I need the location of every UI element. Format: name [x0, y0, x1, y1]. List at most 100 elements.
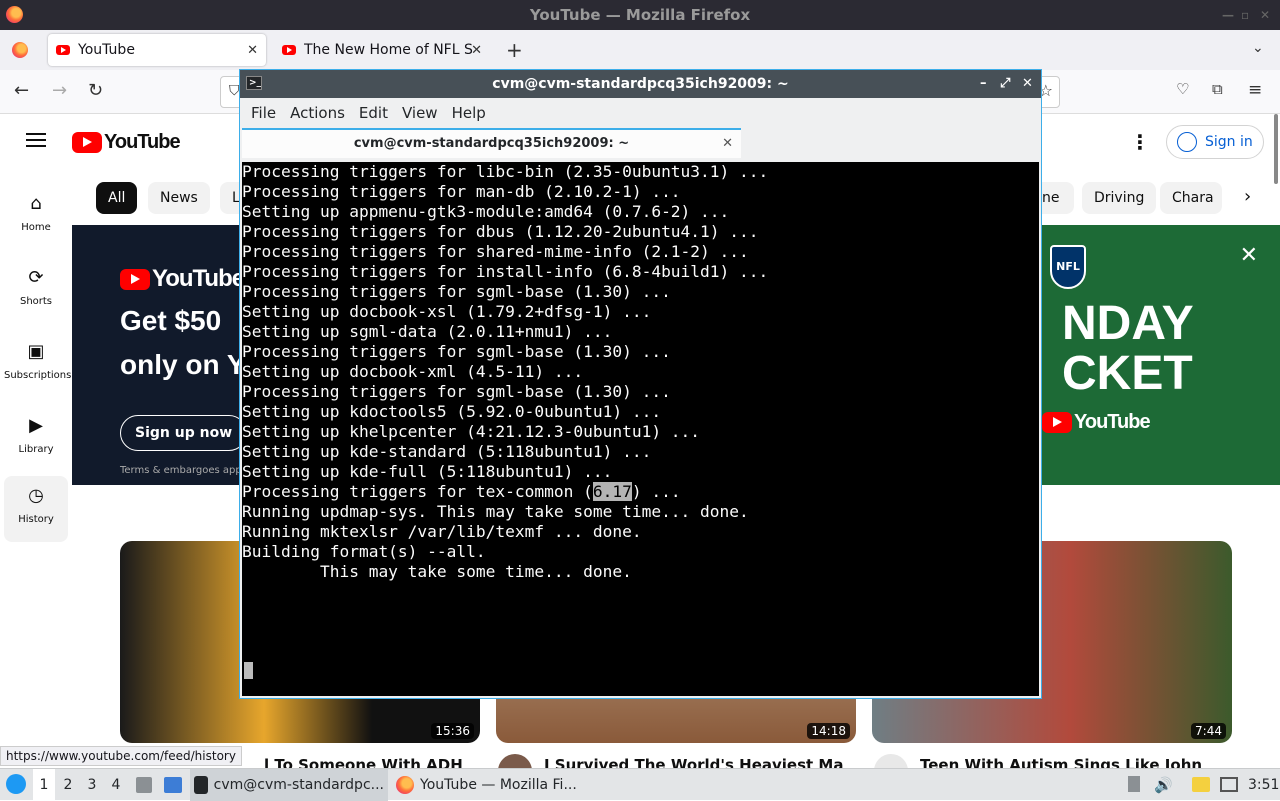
shield-icon[interactable]: ⛉: [229, 83, 240, 99]
desktop-3[interactable]: 3: [81, 769, 103, 801]
close-icon[interactable]: ✕: [1022, 70, 1033, 98]
sunday-ticket-text: NDAY CKET: [1062, 299, 1194, 399]
terminal-line: Processing triggers for dbus (1.12.20-2u…: [242, 222, 759, 241]
more-vert-icon[interactable]: ⋮: [1130, 130, 1150, 154]
banner-right-text-2: CKET: [1062, 347, 1193, 400]
taskbar: 1 2 3 4 cvm@cvm-standardpc... YouTube — …: [0, 768, 1280, 801]
sidebar-item-home[interactable]: ⌂ Home: [4, 184, 68, 254]
sidebar-label: Shorts: [19, 296, 53, 307]
extensions-icon[interactable]: ⧉: [1212, 80, 1223, 98]
app-launcher-icon[interactable]: [6, 774, 26, 794]
chips-next-chevron-icon[interactable]: ›: [1244, 186, 1251, 207]
file-manager-icon[interactable]: [136, 777, 152, 793]
banner-right-youtube-logo: YouTube: [1042, 411, 1151, 434]
menu-file[interactable]: File: [244, 104, 283, 122]
terminal-line: Processing triggers for sgml-base (1.30)…: [242, 382, 671, 401]
chip-all[interactable]: All: [96, 182, 138, 214]
youtube-logo[interactable]: YouTube: [72, 131, 181, 154]
menu-actions[interactable]: Actions: [283, 104, 352, 122]
channel-avatar[interactable]: [874, 754, 908, 768]
clipboard-icon[interactable]: [1128, 776, 1140, 792]
task-firefox[interactable]: YouTube — Mozilla Fi...: [392, 769, 590, 801]
maximize-icon[interactable]: ⤢: [1000, 70, 1010, 98]
forward-icon[interactable]: →: [52, 80, 67, 101]
terminal-line: Setting up kdoctools5 (5.92.0-0ubuntu1) …: [242, 402, 662, 421]
pocket-icon[interactable]: ♡: [1176, 80, 1189, 98]
task-label: cvm@cvm-standardpc...: [213, 777, 384, 793]
banner-youtube-logo: YouTube: [120, 265, 245, 293]
desktop-4[interactable]: 4: [105, 769, 127, 801]
sign-in-button[interactable]: Sign in: [1166, 125, 1264, 159]
status-url: https://www.youtube.com/feed/history: [0, 746, 242, 766]
close-window-icon[interactable]: ✕: [1260, 0, 1270, 30]
sidebar-item-library[interactable]: ▶ Library: [4, 406, 68, 476]
youtube-favicon-icon: [282, 45, 296, 55]
menu-edit[interactable]: Edit: [352, 104, 395, 122]
desktop-2[interactable]: 2: [57, 769, 79, 801]
reload-icon[interactable]: ↻: [88, 80, 103, 101]
tab-nfl[interactable]: The New Home of NFL Su ✕: [274, 34, 490, 66]
window-titlebar: YouTube — Mozilla Firefox — ▫ ✕: [0, 0, 1280, 30]
banner-headline-2: only on Y: [120, 349, 246, 380]
sidebar-label: Subscriptions: [4, 370, 72, 381]
terminal-line: Processing triggers for shared-mime-info…: [242, 242, 749, 261]
banner-headline-1: Get $50: [120, 305, 222, 336]
video-title[interactable]: l To Someone With ADHD: [264, 756, 464, 768]
terminal-tab[interactable]: cvm@cvm-standardpcq35ich92009: ~ ✕: [242, 128, 741, 158]
task-terminal[interactable]: cvm@cvm-standardpc...: [190, 769, 388, 801]
chip-chara[interactable]: Chara: [1160, 182, 1222, 214]
tab-close-icon[interactable]: ✕: [471, 43, 482, 58]
sidebar-item-history[interactable]: ◷ History: [4, 476, 68, 542]
youtube-favicon-icon: [56, 45, 70, 55]
banner-brand: YouTube: [152, 265, 245, 292]
minimize-icon[interactable]: –: [980, 70, 987, 98]
banner-terms[interactable]: Terms & embargoes app: [120, 465, 242, 476]
terminal-line: Setting up khelpcenter (4:21.12.3-0ubunt…: [242, 422, 701, 441]
chip-driving[interactable]: Driving: [1082, 182, 1157, 214]
tab-title: YouTube: [78, 42, 135, 58]
back-icon[interactable]: ←: [14, 80, 29, 101]
terminal-line: Processing triggers for tex-common (6.17…: [242, 482, 681, 501]
terminal-window[interactable]: >_ cvm@cvm-standardpcq35ich92009: ~ – ⤢ …: [239, 69, 1042, 699]
menu-help[interactable]: Help: [445, 104, 493, 122]
channel-avatar[interactable]: [498, 754, 532, 768]
terminal-line: Building format(s) --all.: [242, 542, 486, 561]
window-title: YouTube — Mozilla Firefox: [529, 6, 751, 24]
video-title[interactable]: Teen With Autism Sings Like John: [920, 756, 1220, 768]
menu-icon[interactable]: ≡: [1248, 80, 1262, 100]
menu-view[interactable]: View: [395, 104, 445, 122]
terminal-line: Setting up appmenu-gtk3-module:amd64 (0.…: [242, 202, 730, 221]
terminal-output[interactable]: Processing triggers for libc-bin (2.35-0…: [242, 162, 1039, 696]
firefox-view-icon[interactable]: [12, 42, 28, 58]
maximize-icon[interactable]: ▫: [1241, 0, 1249, 30]
terminal-tabbar: cvm@cvm-standardpcq35ich92009: ~ ✕: [240, 128, 1041, 162]
new-tab-icon[interactable]: +: [506, 38, 523, 62]
volume-icon[interactable]: 🔊: [1154, 769, 1173, 801]
shorts-icon: ⟳: [28, 267, 44, 288]
sidebar-label: Home: [21, 222, 51, 233]
library-icon: ▶: [29, 415, 43, 436]
sign-up-now-button[interactable]: Sign up now: [120, 415, 248, 451]
youtube-play-icon: [72, 132, 102, 153]
tab-youtube[interactable]: YouTube ✕: [48, 34, 266, 66]
guide-menu-icon[interactable]: [26, 133, 46, 147]
desktop-1[interactable]: 1: [33, 769, 55, 801]
video-title[interactable]: I Survived The World's Heaviest Man's: [544, 756, 844, 768]
terminal-tab-close-icon[interactable]: ✕: [722, 130, 733, 158]
sidebar-item-subscriptions[interactable]: ▣ Subscriptions: [4, 332, 72, 402]
video-duration: 14:18: [807, 723, 850, 739]
video-duration: 7:44: [1191, 723, 1226, 739]
chip-news[interactable]: News: [148, 182, 210, 214]
terminal-line: Processing triggers for man-db (2.10.2-1…: [242, 182, 681, 201]
sidebar-item-shorts[interactable]: ⟳ Shorts: [4, 258, 68, 328]
minimize-icon[interactable]: —: [1222, 0, 1234, 30]
sign-in-label: Sign in: [1205, 134, 1253, 150]
tab-close-icon[interactable]: ✕: [247, 43, 258, 58]
network-icon[interactable]: [1220, 777, 1238, 792]
notes-icon[interactable]: [1192, 777, 1210, 792]
banner-close-icon[interactable]: ✕: [1240, 243, 1258, 268]
page-scrollbar[interactable]: [1274, 114, 1278, 184]
terminal-titlebar[interactable]: >_ cvm@cvm-standardpcq35ich92009: ~ – ⤢ …: [240, 70, 1041, 98]
list-tabs-chevron-icon[interactable]: ⌄: [1252, 40, 1264, 56]
show-desktop-icon[interactable]: [164, 777, 182, 793]
